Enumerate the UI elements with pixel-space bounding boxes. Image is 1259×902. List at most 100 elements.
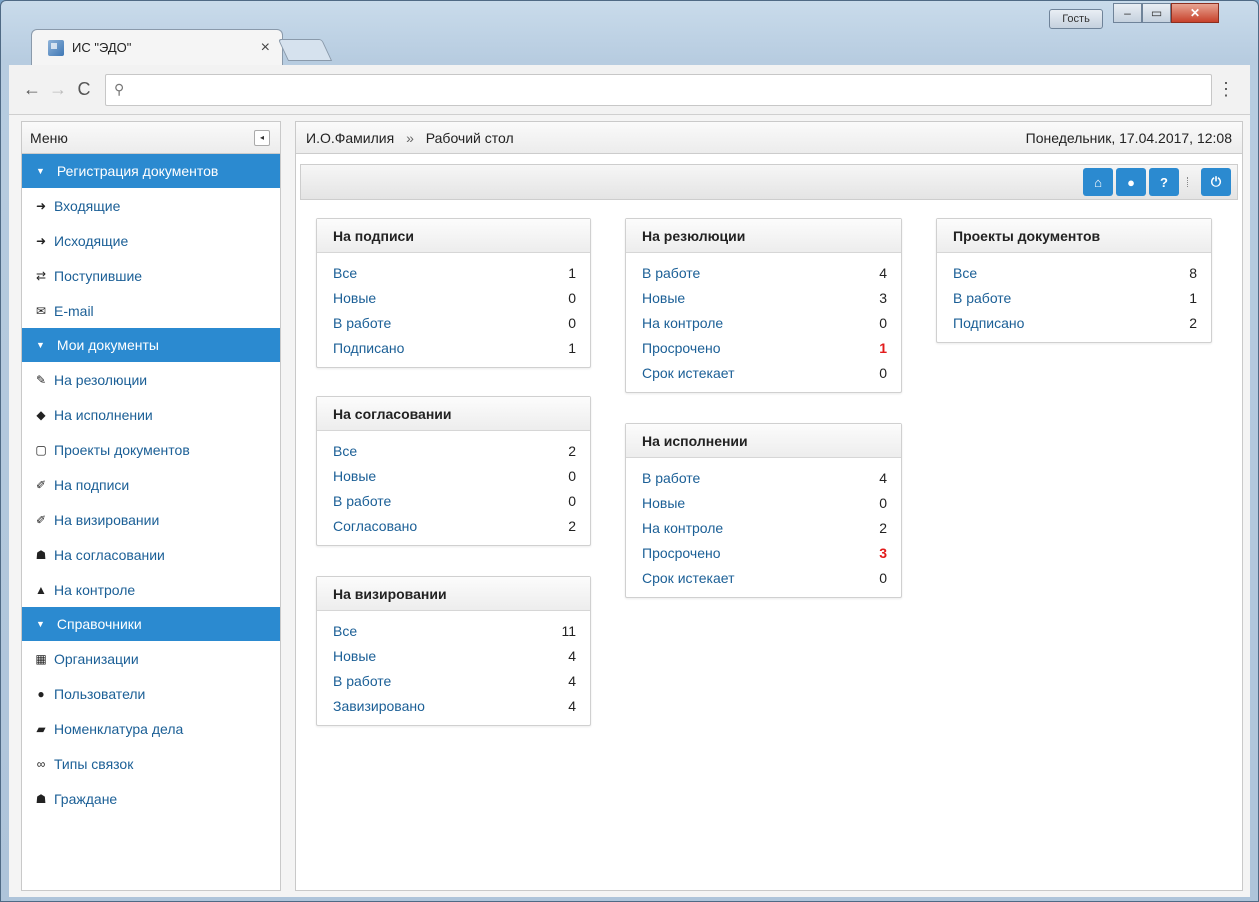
help-button[interactable]: ?	[1149, 168, 1179, 196]
card-row-count: 3	[879, 289, 887, 306]
card-row-link[interactable]: Новые	[333, 648, 376, 664]
card-row: На контроле 2	[642, 515, 887, 540]
sidebar-item[interactable]: ✎ На резолюции	[22, 362, 280, 397]
card-row-count: 4	[568, 697, 576, 714]
sidebar-item[interactable]: ▰ Номенклатура дела	[22, 711, 280, 746]
card-row-link[interactable]: Подписано	[333, 340, 404, 356]
card-na-vizirovanii: На визировании Все 11 Новые 4 В работе 4 Завизи…	[316, 576, 591, 726]
sidebar-item[interactable]: ➜ Исходящие	[22, 223, 280, 258]
maximize-button[interactable]: ▭	[1142, 3, 1171, 23]
card-row-link[interactable]: Новые	[333, 468, 376, 484]
sidebar-item[interactable]: ✐ На подписи	[22, 467, 280, 502]
sidebar-item-icon: ✐	[35, 512, 47, 527]
card-row: Все 8	[953, 260, 1197, 285]
address-input[interactable]	[130, 81, 1211, 98]
card-row-link[interactable]: Новые	[642, 290, 685, 306]
card-row-count: 11	[561, 622, 576, 639]
card-row-link[interactable]: Завизировано	[333, 698, 425, 714]
sidebar-item-icon: ▰	[36, 721, 46, 736]
card-row: Завизировано 4	[333, 693, 576, 718]
browser-menu-icon[interactable]: ⋮	[1212, 79, 1240, 100]
logout-button[interactable]: ⏻	[1201, 168, 1231, 196]
sidebar-item[interactable]: ∞ Типы связок	[22, 746, 280, 781]
card-row-link[interactable]: Новые	[333, 290, 376, 306]
breadcrumb-user[interactable]: И.О.Фамилия	[306, 130, 394, 146]
main-toolbar: ⌂ ● ? ⏻	[300, 164, 1238, 200]
card-row-count: 2	[568, 517, 576, 534]
card-row: Согласовано 2	[333, 513, 576, 538]
sidebar-item-icon: ▲	[35, 582, 47, 597]
breadcrumb: И.О.Фамилия » Рабочий стол	[306, 130, 514, 146]
card-row-link[interactable]: Все	[333, 443, 357, 459]
card-row-count: 0	[879, 314, 887, 331]
sidebar-item[interactable]: ☗ На согласовании	[22, 537, 280, 572]
breadcrumb-separator: »	[406, 129, 414, 146]
card-row-link[interactable]: Все	[953, 265, 977, 281]
sidebar-item[interactable]: ☗ Граждане	[22, 781, 280, 816]
card-row-link[interactable]: Просрочено	[642, 340, 721, 356]
sidebar-item-label: Входящие	[54, 197, 121, 214]
sidebar-item-label: Номенклатура дела	[54, 720, 184, 737]
back-button[interactable]: ←	[19, 79, 45, 100]
card-row-link[interactable]: В работе	[642, 265, 700, 281]
card-title: Проекты документов	[937, 219, 1211, 253]
sidebar-item[interactable]: ▲ На контроле	[22, 572, 280, 607]
card-row-link[interactable]: В работе	[333, 673, 391, 689]
sidebar-item-label: На согласовании	[54, 546, 165, 563]
sidebar-item[interactable]: ✉ E-mail	[22, 293, 280, 328]
app-page: Меню ◂ ▼ Регистрация документов ➜ Входящие ➜…	[9, 115, 1250, 897]
sidebar-section-header[interactable]: ▼ Справочники	[22, 607, 280, 641]
card-row-link[interactable]: Срок истекает	[642, 365, 735, 381]
sidebar-item-icon: ●	[37, 686, 45, 701]
home-icon: ⌂	[1094, 174, 1102, 190]
sidebar: Меню ◂ ▼ Регистрация документов ➜ Входящие ➜…	[21, 121, 281, 891]
profile-button[interactable]: ●	[1116, 168, 1146, 196]
guest-profile-button[interactable]: Гость	[1049, 9, 1103, 29]
card-row-count: 4	[879, 469, 887, 486]
sidebar-item[interactable]: ▦ Организации	[22, 641, 280, 676]
browser-tab[interactable]: ИС "ЭДО" ×	[31, 29, 283, 65]
card-row-link[interactable]: На контроле	[642, 520, 723, 536]
card-body: Все 8 В работе 1 Подписано 2	[937, 253, 1211, 342]
address-bar[interactable]: ⚲	[105, 73, 1212, 106]
card-row: Подписано 2	[953, 310, 1197, 335]
sidebar-section-header[interactable]: ▼ Регистрация документов	[22, 154, 280, 188]
card-row-count: 1	[568, 264, 576, 281]
sidebar-section-header[interactable]: ▼ Мои документы	[22, 328, 280, 362]
card-row-link[interactable]: На контроле	[642, 315, 723, 331]
card-row-link[interactable]: В работе	[333, 315, 391, 331]
forward-button[interactable]: →	[45, 79, 71, 100]
card-row-link[interactable]: В работе	[642, 470, 700, 486]
card-row-link[interactable]: Просрочено	[642, 545, 721, 561]
new-tab-button[interactable]	[277, 39, 333, 61]
card-row-link[interactable]: Все	[333, 623, 357, 639]
sidebar-item[interactable]: ➜ Входящие	[22, 188, 280, 223]
sidebar-item[interactable]: ✐ На визировании	[22, 502, 280, 537]
card-row-link[interactable]: Новые	[642, 495, 685, 511]
card-row-count: 0	[879, 569, 887, 586]
card-title: На резюлюции	[626, 219, 901, 253]
sidebar-item[interactable]: ◆ На исполнении	[22, 397, 280, 432]
card-row: В работе 4	[333, 668, 576, 693]
card-row-link[interactable]: Подписано	[953, 315, 1024, 331]
card-row-link[interactable]: Согласовано	[333, 518, 417, 534]
card-row-link[interactable]: Все	[333, 265, 357, 281]
card-row-link[interactable]: В работе	[953, 290, 1011, 306]
card-row-link[interactable]: Срок истекает	[642, 570, 735, 586]
sidebar-item-label: На визировании	[54, 511, 160, 528]
help-icon: ?	[1160, 174, 1168, 190]
close-window-button[interactable]: ✕	[1171, 3, 1219, 23]
sidebar-item[interactable]: ● Пользователи	[22, 676, 280, 711]
sidebar-item[interactable]: ⇄ Поступившие	[22, 258, 280, 293]
sidebar-item[interactable]: ▢ Проекты документов	[22, 432, 280, 467]
card-row-link[interactable]: В работе	[333, 493, 391, 509]
card-na-podpisi: На подписи Все 1 Новые 0 В работе 0 Подписано 1	[316, 218, 591, 368]
search-icon: ⚲	[114, 81, 125, 97]
overdue-count: 3	[879, 544, 887, 561]
collapse-sidebar-button[interactable]: ◂	[254, 129, 270, 146]
reload-button[interactable]: C	[71, 79, 97, 100]
tab-close-icon[interactable]: ×	[261, 39, 270, 57]
minimize-button[interactable]: –	[1113, 3, 1142, 23]
card-title: На исполнении	[626, 424, 901, 458]
home-button[interactable]: ⌂	[1083, 168, 1113, 196]
